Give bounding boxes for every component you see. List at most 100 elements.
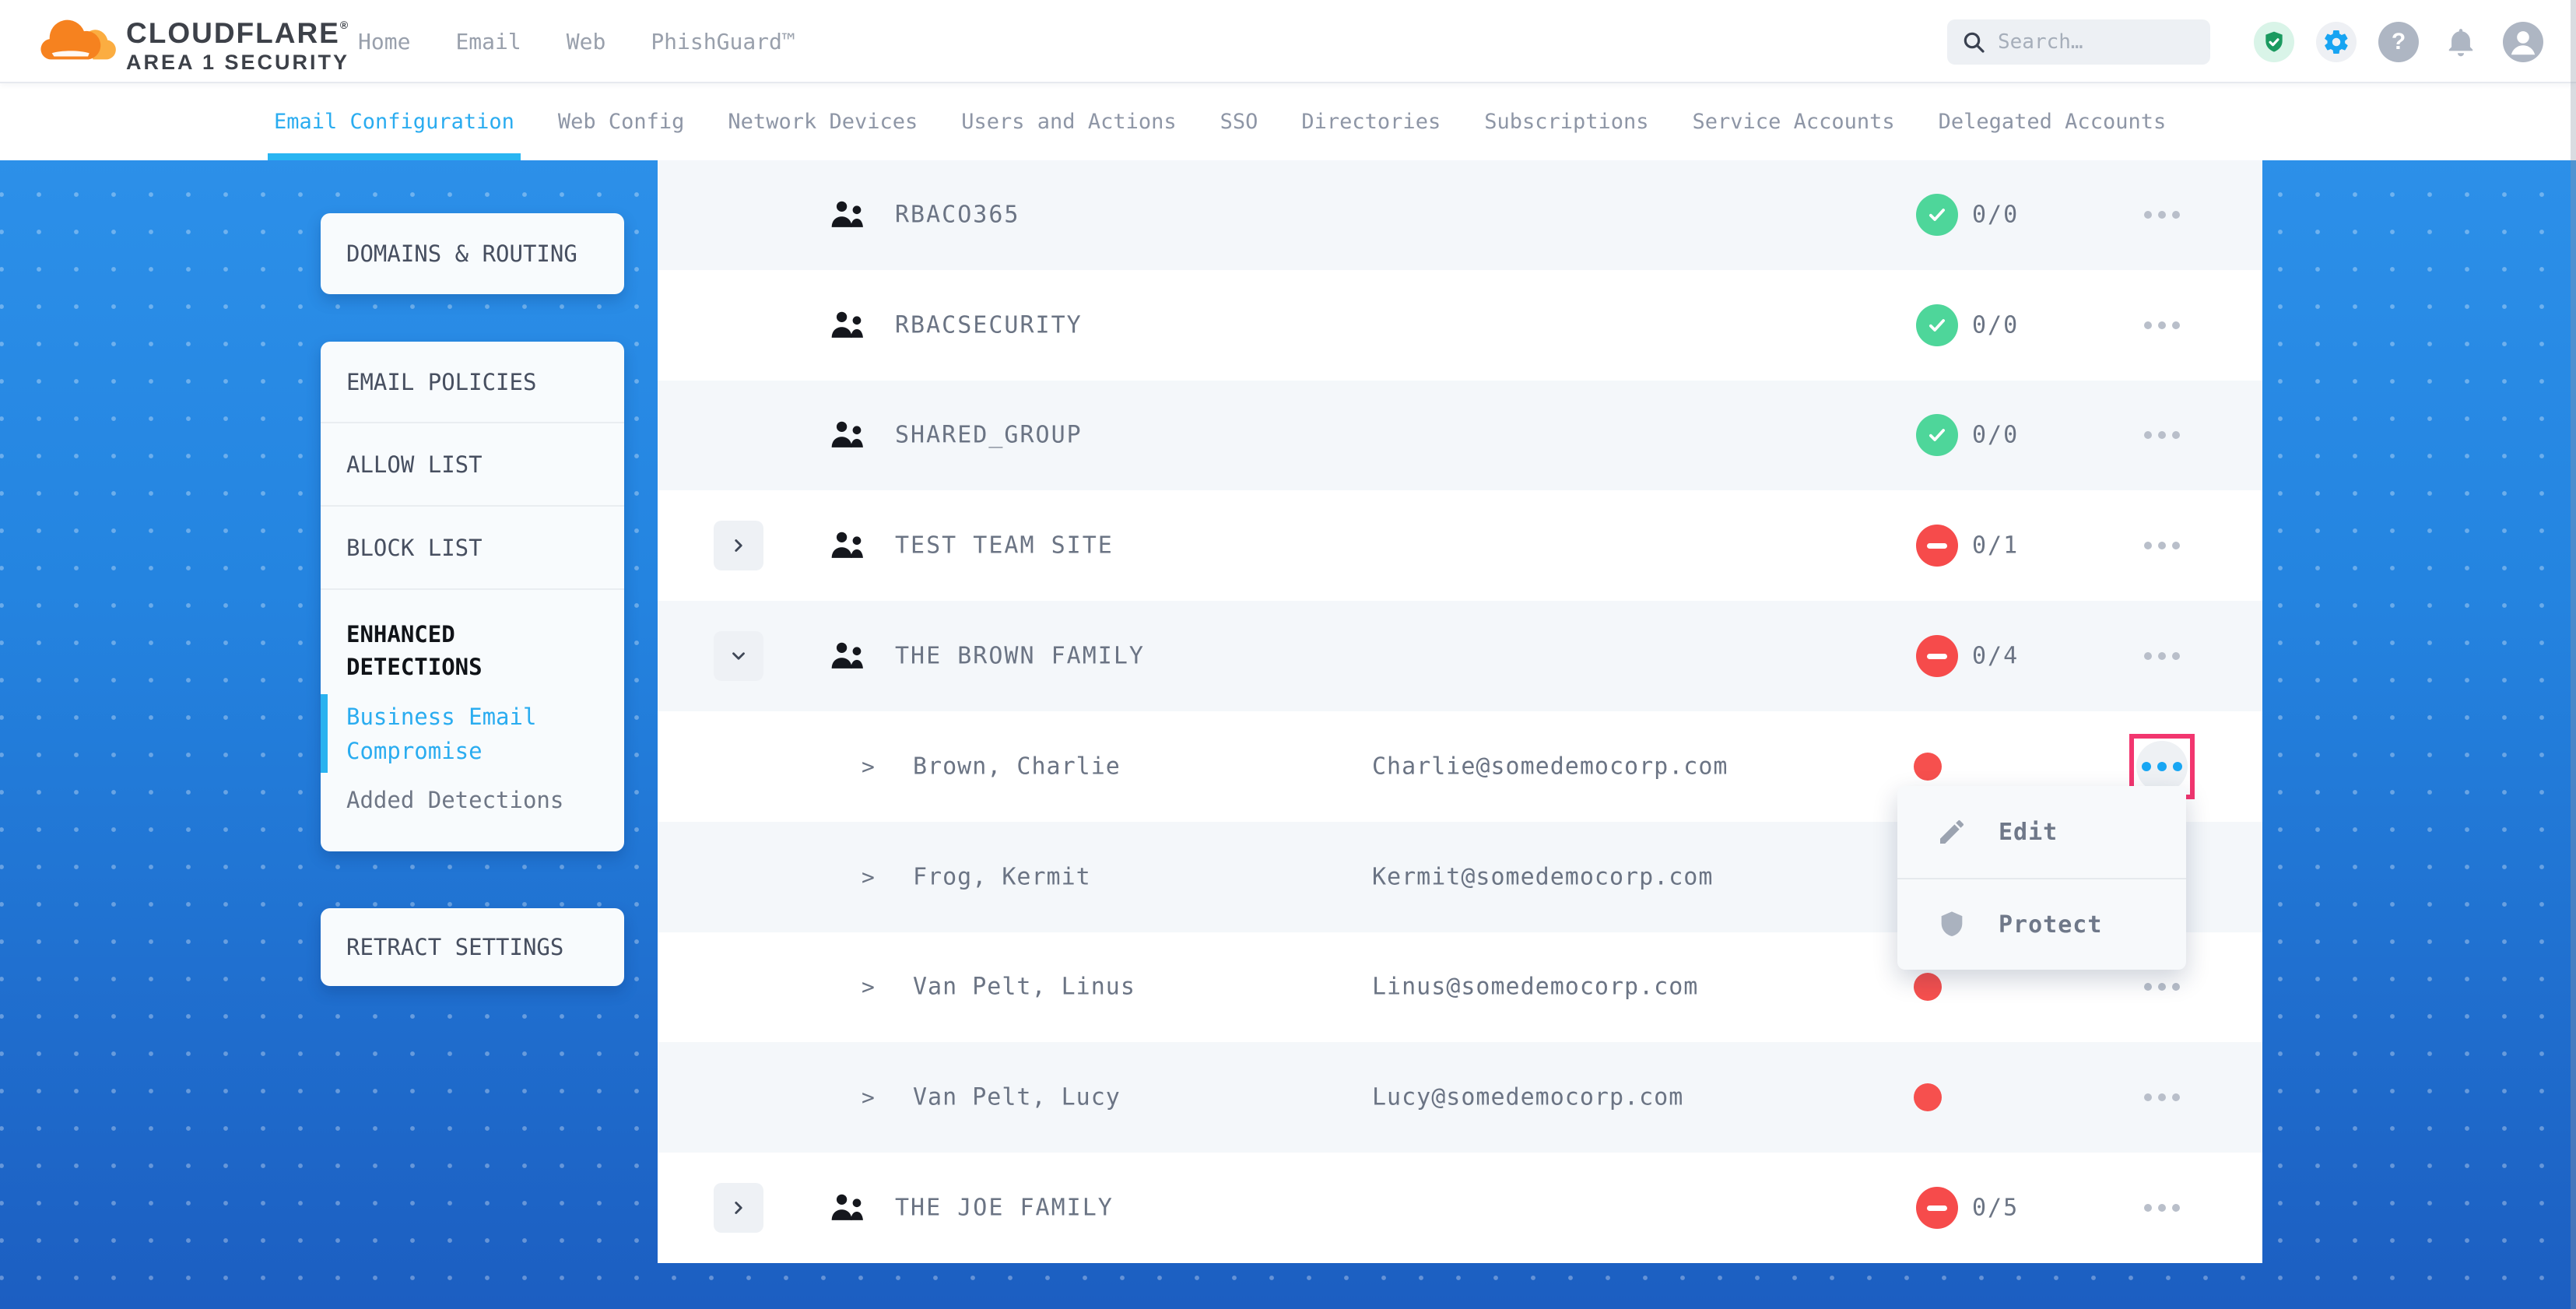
- tab-service-accounts[interactable]: Service Accounts: [1693, 83, 1895, 160]
- status-blocked-icon: [1916, 525, 1958, 567]
- user-chevron: >: [862, 974, 875, 1000]
- registered-mark: ®: [340, 19, 349, 31]
- table-row-group: THE JOE FAMILY 0/5: [658, 1153, 2262, 1263]
- account-icon[interactable]: [2503, 22, 2543, 62]
- shield-check-icon[interactable]: [2254, 22, 2294, 62]
- row-actions-button-active[interactable]: [2136, 741, 2188, 792]
- sidebar-item-added-detections[interactable]: Added Detections: [321, 779, 624, 837]
- search-box[interactable]: [1947, 19, 2210, 65]
- table-row-group: RBACSECURITY 0/0: [658, 270, 2262, 381]
- cloudflare-logo: CLOUDFLARE® AREA 1 SECURITY: [39, 11, 349, 73]
- chevron-right-icon: [728, 535, 749, 556]
- sidebar-label: BLOCK LIST: [346, 535, 483, 561]
- settings-gear-icon[interactable]: [2316, 22, 2357, 62]
- help-glyph: ?: [2392, 29, 2406, 55]
- group-icon: [829, 198, 866, 231]
- help-icon[interactable]: ?: [2378, 22, 2419, 62]
- user-name: Frog, Kermit: [913, 863, 1091, 890]
- table-row-group: THE BROWN FAMILY 0/4: [658, 601, 2262, 711]
- sidebar-item-retract-settings[interactable]: RETRACT SETTINGS: [321, 908, 624, 986]
- member-count: 0/5: [1972, 1195, 2019, 1222]
- logo-brand: CLOUDFLARE: [126, 17, 340, 49]
- section-tabs: Email Configuration Web Config Network D…: [0, 83, 2576, 160]
- group-icon: [829, 640, 866, 672]
- row-actions-button[interactable]: [2143, 419, 2181, 451]
- row-actions-button[interactable]: [2143, 310, 2181, 341]
- user-email: Charlie@somedemocorp.com: [1372, 753, 1728, 780]
- table-row-group: TEST TEAM SITE 0/1: [658, 490, 2262, 601]
- nav-web[interactable]: Web: [567, 29, 606, 54]
- sidebar-item-domains-routing[interactable]: DOMAINS & ROUTING: [321, 213, 624, 294]
- vertical-scrollbar[interactable]: [2571, 0, 2576, 1309]
- row-actions-button[interactable]: [2143, 530, 2181, 561]
- group-icon: [829, 1191, 866, 1224]
- status-blocked-icon: [1916, 1187, 1958, 1229]
- tab-web-config[interactable]: Web Config: [558, 83, 685, 160]
- row-actions-button[interactable]: [2143, 640, 2181, 672]
- search-icon: [1961, 30, 1986, 54]
- tab-subscriptions[interactable]: Subscriptions: [1484, 83, 1648, 160]
- user-name: Brown, Charlie: [913, 753, 1121, 780]
- header-icons: ?: [2254, 0, 2576, 83]
- groups-table: RBACO365 0/0 RBACSECURITY 0/0 SHARED_GRO…: [658, 160, 2262, 1263]
- sidebar-section-enhanced-detections[interactable]: ENHANCED DETECTIONS: [321, 590, 570, 688]
- status-ok-icon: [1916, 304, 1958, 346]
- status-blocked-icon: [1916, 635, 1958, 677]
- group-name: RBACSECURITY: [895, 311, 1083, 339]
- menu-item-protect[interactable]: Protect: [1897, 878, 2186, 970]
- status-flagged-icon: [1914, 753, 1942, 781]
- row-actions-button[interactable]: [2143, 1192, 2181, 1223]
- collapse-row-button[interactable]: [714, 631, 763, 681]
- group-name: SHARED_GROUP: [895, 422, 1083, 449]
- top-navigation: Home Email Web PhishGuard™: [358, 0, 795, 83]
- sidebar-label: RETRACT SETTINGS: [346, 934, 563, 960]
- logo-text: CLOUDFLARE® AREA 1 SECURITY: [126, 19, 349, 73]
- expand-row-button[interactable]: [714, 521, 763, 570]
- sidebar-item-allow-list[interactable]: ALLOW LIST: [321, 423, 624, 507]
- sidebar-policies-card: EMAIL POLICIES ALLOW LIST BLOCK LIST ENH…: [321, 342, 624, 851]
- search-input[interactable]: [1998, 30, 2196, 54]
- tab-email-configuration[interactable]: Email Configuration: [274, 83, 514, 160]
- member-count: 0/4: [1972, 643, 2019, 670]
- nav-home[interactable]: Home: [358, 29, 410, 54]
- table-row-group: SHARED_GROUP 0/0: [658, 381, 2262, 491]
- table-row-user: > Van Pelt, Lucy Lucy@somedemocorp.com: [658, 1042, 2262, 1153]
- sidebar-item-business-email-compromise[interactable]: Business Email Compromise: [321, 688, 566, 779]
- status-ok-icon: [1916, 414, 1958, 456]
- group-name: THE BROWN FAMILY: [895, 643, 1145, 670]
- user-chevron: >: [862, 753, 875, 779]
- row-actions-menu: Edit Protect: [1897, 786, 2186, 970]
- sidebar-label: ALLOW LIST: [346, 451, 483, 478]
- table-row-group: RBACO365 0/0: [658, 160, 2262, 270]
- sidebar-item-block-list[interactable]: BLOCK LIST: [321, 507, 624, 590]
- user-name: Van Pelt, Lucy: [913, 1084, 1121, 1111]
- tab-network-devices[interactable]: Network Devices: [728, 83, 918, 160]
- user-email: Lucy@somedemocorp.com: [1372, 1084, 1683, 1111]
- sidebar-item-email-policies[interactable]: EMAIL POLICIES: [321, 342, 624, 423]
- nav-email[interactable]: Email: [455, 29, 521, 54]
- sidebar-label: DOMAINS & ROUTING: [346, 240, 577, 267]
- menu-item-label: Protect: [1999, 911, 2102, 939]
- pencil-icon: [1936, 816, 1967, 848]
- user-email: Linus@somedemocorp.com: [1372, 974, 1698, 1001]
- menu-item-edit[interactable]: Edit: [1897, 786, 2186, 878]
- shield-icon: [1936, 909, 1967, 940]
- row-actions-button[interactable]: [2143, 199, 2181, 230]
- user-chevron: >: [862, 864, 875, 890]
- bell-icon[interactable]: [2441, 22, 2481, 62]
- nav-phishguard[interactable]: PhishGuard™: [651, 29, 795, 54]
- user-email: Kermit@somedemocorp.com: [1372, 863, 1713, 890]
- expand-row-button[interactable]: [714, 1183, 763, 1233]
- tab-users-and-actions[interactable]: Users and Actions: [961, 83, 1176, 160]
- user-chevron: >: [862, 1085, 875, 1111]
- member-count: 0/1: [1972, 532, 2019, 560]
- row-actions-button[interactable]: [2143, 1082, 2181, 1113]
- tab-sso[interactable]: SSO: [1220, 83, 1258, 160]
- row-actions-button[interactable]: [2143, 971, 2181, 1002]
- status-ok-icon: [1916, 194, 1958, 236]
- tab-directories[interactable]: Directories: [1301, 83, 1441, 160]
- tab-delegated-accounts[interactable]: Delegated Accounts: [1939, 83, 2167, 160]
- menu-item-label: Edit: [1999, 819, 2058, 846]
- chevron-right-icon: [728, 1198, 749, 1218]
- member-count: 0/0: [1972, 422, 2019, 449]
